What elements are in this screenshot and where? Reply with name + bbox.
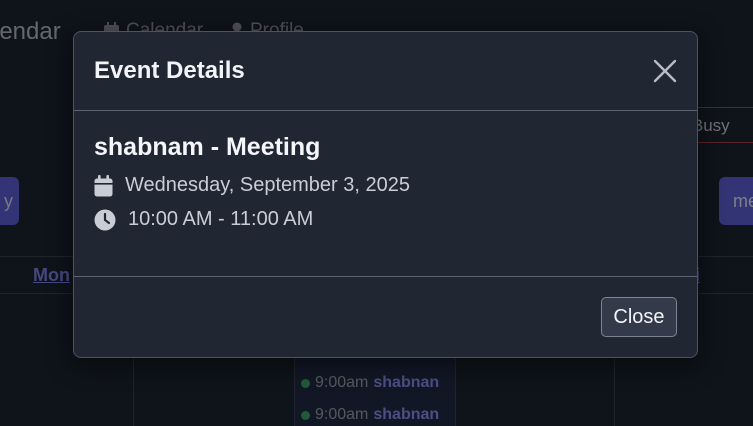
- event-time-row: 10:00 AM - 11:00 AM: [94, 208, 313, 231]
- modal-title: Event Details: [94, 57, 245, 84]
- event-date: Wednesday, September 3, 2025: [125, 174, 410, 196]
- modal-body: shabnam - Meeting Wednesday, September 3…: [74, 111, 697, 277]
- clock-icon: [94, 209, 116, 230]
- modal-header: Event Details: [74, 32, 697, 111]
- event-name: shabnam - Meeting: [94, 133, 321, 161]
- close-icon[interactable]: [651, 57, 679, 85]
- event-time-range: 10:00 AM - 11:00 AM: [128, 208, 314, 230]
- close-button[interactable]: Close: [601, 297, 677, 337]
- calendar-icon: [94, 174, 113, 196]
- event-date-row: Wednesday, September 3, 2025: [94, 174, 410, 197]
- modal-footer: Close: [74, 277, 697, 357]
- event-details-modal: Event Details shabnam - Meeting Wednesda…: [73, 31, 698, 358]
